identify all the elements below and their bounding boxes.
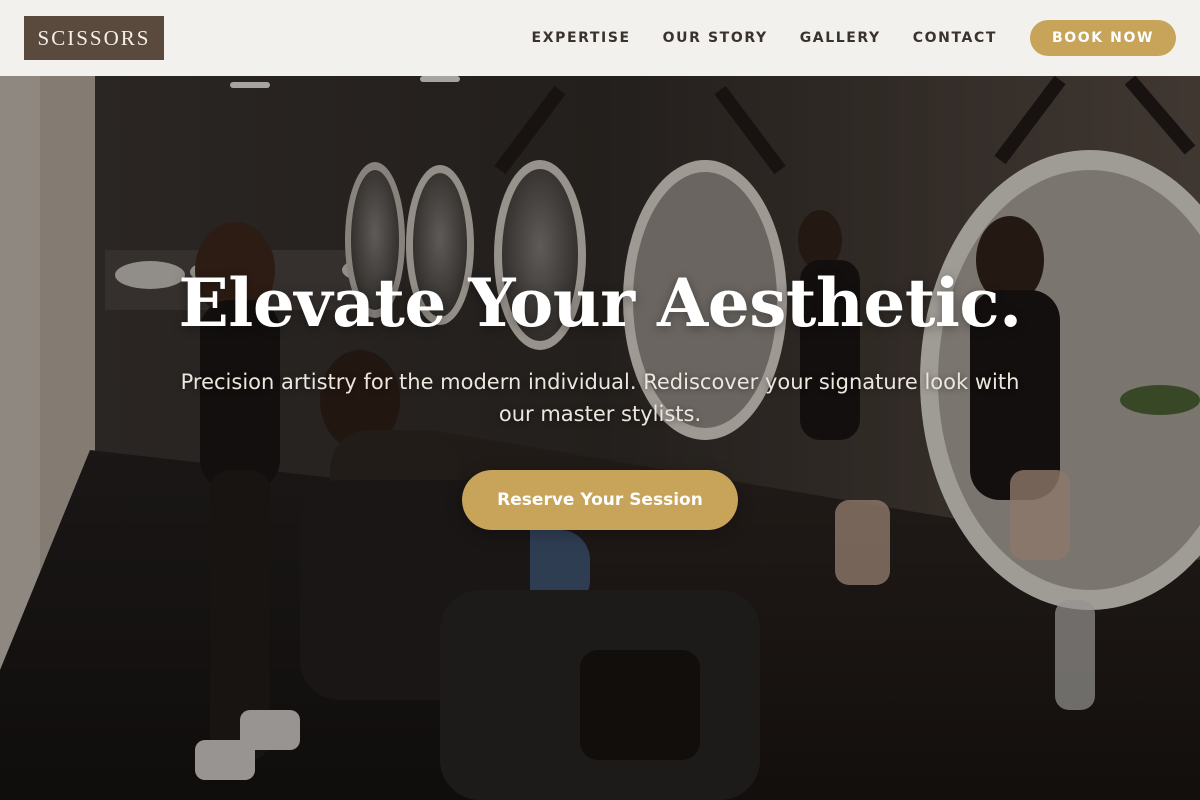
nav-link-contact[interactable]: CONTACT <box>913 30 997 46</box>
book-now-button[interactable]: BOOK NOW <box>1030 20 1176 56</box>
site-header: SCISSORS EXPERTISE OUR STORY GALLERY CON… <box>0 0 1200 76</box>
reserve-session-button[interactable]: Reserve Your Session <box>462 470 738 530</box>
main-nav: EXPERTISE OUR STORY GALLERY CONTACT <box>532 30 997 46</box>
hero-subtitle: Precision artistry for the modern indivi… <box>180 370 1020 426</box>
nav-link-our-story[interactable]: OUR STORY <box>663 30 768 46</box>
nav-link-gallery[interactable]: GALLERY <box>800 30 881 46</box>
hero-title: Elevate Your Aesthetic. <box>178 264 1022 342</box>
brand-logo-text: SCISSORS <box>37 25 151 50</box>
hero-section: Elevate Your Aesthetic. Precision artist… <box>0 0 1200 800</box>
brand-logo[interactable]: SCISSORS <box>24 16 164 60</box>
nav-link-expertise[interactable]: EXPERTISE <box>532 30 631 46</box>
